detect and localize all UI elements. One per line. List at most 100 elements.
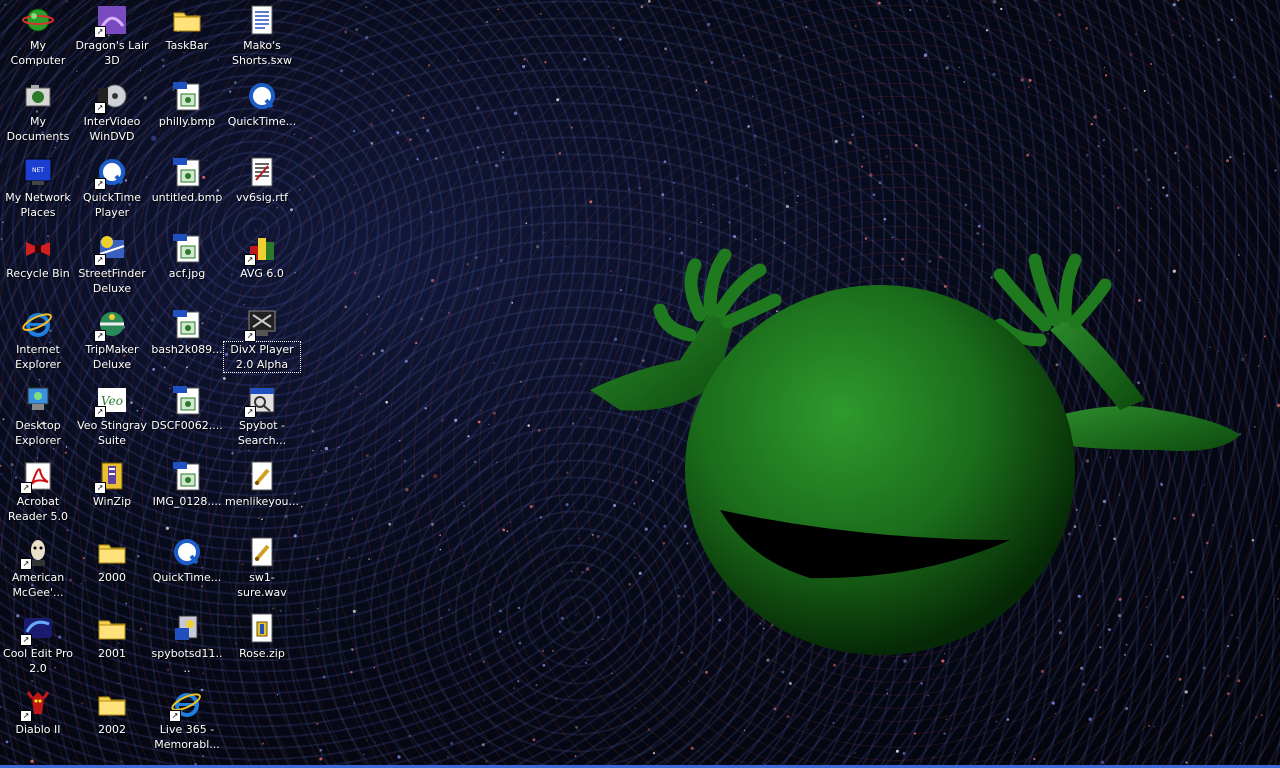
desktop-icon[interactable]: ↗ Dragon's Lair 3D <box>74 2 150 68</box>
rtf-file-icon <box>246 156 278 188</box>
desktop-icon-label: My Computer <box>10 39 66 67</box>
desktop-icon[interactable]: Desktop Explorer <box>0 382 76 448</box>
quicktime-installer-icon <box>171 536 203 568</box>
desktop-icon[interactable]: ↗ DivX Player 2.0 Alpha <box>223 306 301 373</box>
desktop-icon[interactable]: QuickTime... <box>224 78 300 129</box>
desktop-icon[interactable]: Veo ↗ Veo Stingray Suite <box>74 382 150 448</box>
desktop-icon-label: acf.jpg <box>168 267 206 280</box>
desktop-icon[interactable]: Internet Explorer <box>0 306 76 372</box>
desktop-icon-label: 2002 <box>98 723 126 736</box>
folder-icon <box>96 612 128 644</box>
shortcut-arrow-icon: ↗ <box>94 178 106 190</box>
folder-icon <box>96 536 128 568</box>
desktop-icon-label: Dragon's Lair 3D <box>75 39 149 67</box>
desktop-icon[interactable]: acf.jpg <box>149 230 225 281</box>
desktop-icon[interactable]: vv6sig.rtf <box>224 154 300 205</box>
folder-icon <box>171 4 203 36</box>
desktop-icon-label: QuickTime... <box>227 115 297 128</box>
desktop-icon[interactable]: ↗ StreetFinder Deluxe <box>74 230 150 296</box>
shortcut-arrow-icon: ↗ <box>244 330 256 342</box>
streetfinder-icon: ↗ <box>94 232 128 266</box>
desktop-icon-label: 2001 <box>98 647 126 660</box>
desktop-icon[interactable]: 2000 <box>74 534 150 585</box>
network-places-icon: NET <box>22 156 54 188</box>
installer-icon <box>171 612 203 644</box>
desktop-icon-label: QuickTime... <box>152 571 222 584</box>
shortcut-arrow-icon: ↗ <box>20 482 32 494</box>
desktop-icon-label: InterVideo WinDVD <box>83 115 141 143</box>
desktop-icon[interactable]: ↗ WinZip <box>74 458 150 509</box>
desktop-icon-label: American McGee'... <box>11 571 65 599</box>
jpg-file-icon <box>171 384 203 416</box>
ie-shortcut-icon: ↗ <box>169 688 203 722</box>
desktop-icon[interactable]: TaskBar <box>149 2 225 53</box>
desktop-explorer-icon <box>22 384 54 416</box>
desktop-icon[interactable]: My Computer <box>0 2 76 68</box>
jpg-file-icon <box>171 460 203 492</box>
desktop-icon-label: bash2k089.... <box>151 343 223 371</box>
desktop-icon[interactable]: Recycle Bin <box>0 230 76 281</box>
desktop-icon[interactable]: NET My Network Places <box>0 154 76 220</box>
desktop-icon[interactable]: 2002 <box>74 686 150 737</box>
desktop-icon[interactable]: ↗ Acrobat Reader 5.0 <box>0 458 76 524</box>
wallpaper-green-creature <box>590 248 1240 655</box>
desktop-icon[interactable]: ↗ InterVideo WinDVD <box>74 78 150 144</box>
desktop-icon-label: WinZip <box>92 495 132 508</box>
document-icon <box>246 4 278 36</box>
windvd-icon: ↗ <box>94 80 128 114</box>
desktop-icon-label: TaskBar <box>165 39 209 52</box>
jpg-file-icon <box>171 308 203 340</box>
desktop[interactable]: My Computer My Documents NET My Network Pla… <box>0 0 1280 768</box>
my-documents-icon <box>22 80 54 112</box>
desktop-icon[interactable]: philly.bmp <box>149 78 225 129</box>
shortcut-arrow-icon: ↗ <box>94 26 106 38</box>
desktop-icon-label: Recycle Bin <box>6 267 70 280</box>
desktop-icon-label: DivX Player 2.0 Alpha <box>223 341 301 373</box>
desktop-icon[interactable]: Rose.zip <box>224 610 300 661</box>
desktop-icon[interactable]: ↗ Diablo II <box>0 686 76 737</box>
desktop-icon-label: StreetFinder Deluxe <box>78 267 146 295</box>
desktop-icon-label: menlikeyou.... <box>225 495 300 523</box>
bmp-file-icon <box>171 156 203 188</box>
desktop-icon[interactable]: QuickTime... <box>149 534 225 585</box>
folder-icon <box>96 688 128 720</box>
desktop-icon[interactable]: DSCF0062.... <box>149 382 225 433</box>
desktop-icon-label: QuickTime Player <box>82 191 142 219</box>
desktop-icon-label: Spybot - Search... <box>237 419 287 447</box>
my-computer-icon <box>22 4 54 36</box>
winzip-icon: ↗ <box>94 460 128 494</box>
audio-file-icon <box>246 460 278 492</box>
spybot-icon: ↗ <box>244 384 278 418</box>
desktop-icon[interactable]: My Documents <box>0 78 76 144</box>
desktop-icon-label: DSCF0062.... <box>151 419 223 432</box>
desktop-icon[interactable]: ↗ QuickTime Player <box>74 154 150 220</box>
desktop-icon[interactable]: ↗ American McGee'... <box>0 534 76 600</box>
desktop-icon-label: My Network Places <box>5 191 71 219</box>
recycle-bin-icon <box>22 232 54 264</box>
desktop-icon[interactable]: ↗ Live 365 - Memorabl... <box>149 686 225 752</box>
desktop-icon[interactable]: menlikeyou.... <box>224 458 300 524</box>
avg-icon: ↗ <box>244 232 278 266</box>
shortcut-arrow-icon: ↗ <box>94 330 106 342</box>
desktop-icon[interactable]: spybotsd11.... <box>149 610 225 676</box>
desktop-icon[interactable]: 2001 <box>74 610 150 661</box>
american-mcgee-icon: ↗ <box>20 536 54 570</box>
internet-explorer-icon <box>22 308 54 340</box>
desktop-icon-label: Diablo II <box>15 723 61 736</box>
svg-text:NET: NET <box>32 167 44 174</box>
desktop-icon[interactable]: untitled.bmp <box>149 154 225 205</box>
desktop-icon-label: AVG 6.0 <box>240 267 284 280</box>
desktop-icon[interactable]: ↗ Cool Edit Pro 2.0 <box>0 610 76 676</box>
desktop-icon[interactable]: ↗ Spybot - Search... <box>224 382 300 448</box>
veo-icon: Veo ↗ <box>94 384 128 418</box>
desktop-icon[interactable]: ↗ AVG 6.0 <box>224 230 300 281</box>
desktop-icon[interactable]: sw1-sure.wav <box>224 534 300 600</box>
desktop-icon[interactable]: Mako's Shorts.sxw <box>224 2 300 68</box>
desktop-icon[interactable]: IMG_0128.... <box>149 458 225 509</box>
desktop-icon[interactable]: bash2k089.... <box>149 306 225 372</box>
desktop-icon[interactable]: ↗ TripMaker Deluxe <box>74 306 150 372</box>
desktop-icon-label: TripMaker Deluxe <box>85 343 139 371</box>
shortcut-arrow-icon: ↗ <box>20 558 32 570</box>
desktop-icon-label: philly.bmp <box>158 115 216 128</box>
desktop-icon-label: Acrobat Reader 5.0 <box>8 495 68 523</box>
